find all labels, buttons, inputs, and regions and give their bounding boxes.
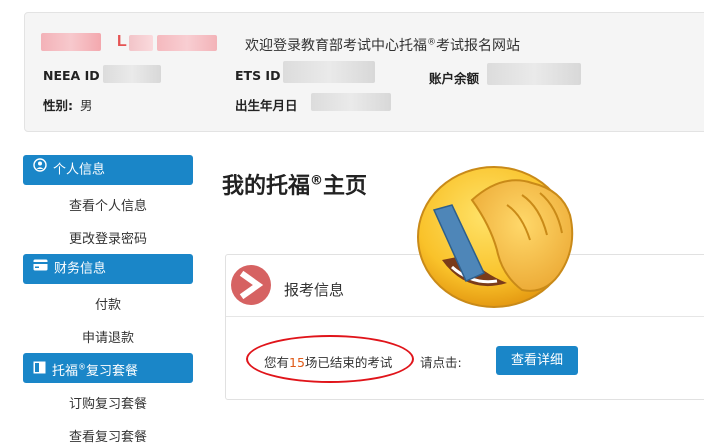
- facepalm-emoji-icon: [412, 155, 582, 310]
- redacted-balance: [487, 63, 581, 85]
- sidebar-item-change-password[interactable]: 更改登录密码: [23, 228, 193, 247]
- sidebar-section-review-package[interactable]: 托福®复习套餐: [23, 353, 193, 383]
- redacted-name-part: [41, 33, 101, 51]
- credit-card-icon: [33, 253, 48, 283]
- sidebar-section-personal[interactable]: 个人信息: [23, 155, 193, 185]
- book-icon: [33, 356, 46, 386]
- sidebar-item-view-package[interactable]: 查看复习套餐: [23, 426, 193, 445]
- gender-value: 男: [80, 98, 93, 113]
- redacted-birthdate: [311, 93, 391, 111]
- redacted-name-part: [157, 35, 217, 51]
- redacted-ets-id: [283, 61, 375, 83]
- sidebar-section-title: 托福®复习套餐: [52, 363, 139, 380]
- welcome-message: 欢迎登录教育部考试中心托福®考试报名网站: [245, 37, 520, 54]
- page-title: 我的托福®主页: [222, 173, 368, 199]
- redacted-name-part: [129, 35, 153, 51]
- sidebar-item-payment[interactable]: 付款: [23, 294, 193, 313]
- sidebar-section-title: 财务信息: [54, 261, 107, 277]
- card-title: 报考信息: [284, 281, 345, 299]
- redacted-neea-id: [103, 65, 161, 83]
- neea-id-label: NEEA ID: [43, 68, 100, 83]
- sidebar-section-finance[interactable]: 财务信息: [23, 254, 193, 284]
- balance-label: 账户余额: [429, 71, 480, 86]
- user-name-initial: L: [117, 33, 127, 50]
- view-details-button[interactable]: 查看详细: [496, 346, 578, 375]
- user-circle-icon: [33, 154, 47, 184]
- arrow-right-circle-icon: [231, 265, 271, 305]
- sidebar-item-view-profile[interactable]: 查看个人信息: [23, 195, 193, 214]
- ets-id-label: ETS ID: [235, 68, 281, 83]
- annotation-highlight-oval: [246, 335, 414, 383]
- click-prompt-label: 请点击:: [420, 355, 462, 370]
- sidebar-section-title: 个人信息: [53, 162, 106, 178]
- user-info-panel: L 欢迎登录教育部考试中心托福®考试报名网站 NEEA ID ETS ID 账户…: [24, 12, 704, 132]
- sidebar-item-order-package[interactable]: 订购复习套餐: [23, 393, 193, 412]
- birthdate-label: 出生年月日: [235, 98, 298, 113]
- gender-label: 性别:: [43, 98, 73, 113]
- sidebar-item-refund[interactable]: 申请退款: [23, 327, 193, 346]
